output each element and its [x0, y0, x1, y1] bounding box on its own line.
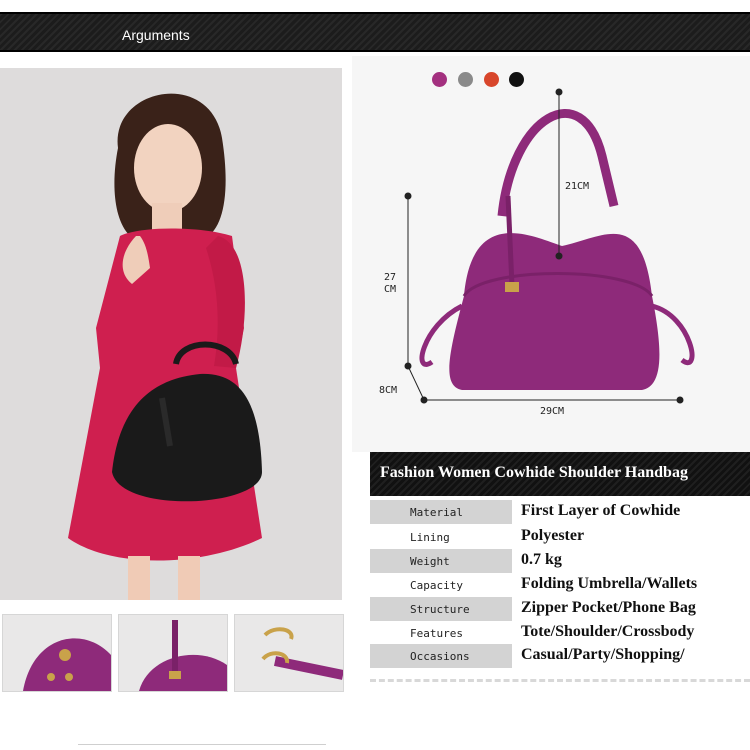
thumbnail-hardware-image	[23, 638, 111, 691]
spec-label: Structure	[410, 603, 470, 616]
spec-value: Tote/Shoulder/Crossbody	[521, 623, 695, 640]
section-header: Arguments	[0, 12, 750, 52]
spec-value: 0.7 kg	[521, 551, 562, 568]
spec-label: Material	[410, 506, 463, 519]
thumbnail-hardware[interactable]	[2, 614, 112, 692]
spec-row-occasions: Occasions Casual/Party/Shopping/	[370, 644, 750, 668]
thumbnail-tassel[interactable]	[118, 614, 228, 692]
purple-bag-illustration	[404, 88, 695, 404]
spec-value: First Layer of Cowhide	[521, 502, 681, 519]
spec-label: Occasions	[410, 650, 470, 663]
color-swatch-black[interactable]	[509, 72, 524, 87]
spec-row-structure: Structure Zipper Pocket/Phone Bag	[370, 597, 750, 621]
thumbnail-tassel-image	[139, 620, 227, 691]
spec-label: Lining	[410, 531, 450, 544]
product-title-bar: Fashion Women Cowhide Shoulder Handbag	[370, 452, 750, 496]
product-title: Fashion Women Cowhide Shoulder Handbag	[380, 464, 688, 481]
height-value-label: 27	[384, 272, 397, 283]
model-photo	[0, 68, 342, 600]
model-illustration	[68, 93, 262, 600]
spec-label: Weight	[410, 555, 450, 568]
spec-value: Folding Umbrella/Wallets	[521, 575, 698, 592]
height-unit-label: CM	[384, 284, 397, 295]
spec-row-material: Material First Layer of Cowhide	[370, 500, 750, 524]
section-title: Arguments	[122, 27, 190, 43]
divider	[78, 744, 326, 745]
strap-length-label: 21CM	[565, 181, 590, 192]
spec-label: Features	[410, 627, 463, 640]
thumbnail-strap-image	[261, 627, 343, 680]
spec-row-capacity: Capacity Folding Umbrella/Wallets	[370, 573, 750, 597]
divider	[370, 679, 750, 682]
thumbnail-strap[interactable]	[234, 614, 344, 692]
depth-label: 8CM	[379, 385, 398, 396]
spec-label: Capacity	[410, 579, 463, 592]
spec-row-weight: Weight 0.7 kg	[370, 549, 750, 573]
color-swatch-orange[interactable]	[484, 72, 499, 87]
color-swatch-purple[interactable]	[432, 72, 447, 87]
spec-row-features: Features Tote/Shoulder/Crossbody	[370, 621, 750, 645]
color-swatch-gray[interactable]	[458, 72, 473, 87]
spec-value: Zipper Pocket/Phone Bag	[521, 599, 696, 616]
spec-row-lining: Lining Polyester	[370, 525, 750, 549]
width-label: 29CM	[540, 406, 565, 417]
product-dimension-photo	[352, 56, 750, 452]
spec-value: Polyester	[521, 527, 585, 544]
spec-value: Casual/Party/Shopping/	[521, 646, 685, 663]
